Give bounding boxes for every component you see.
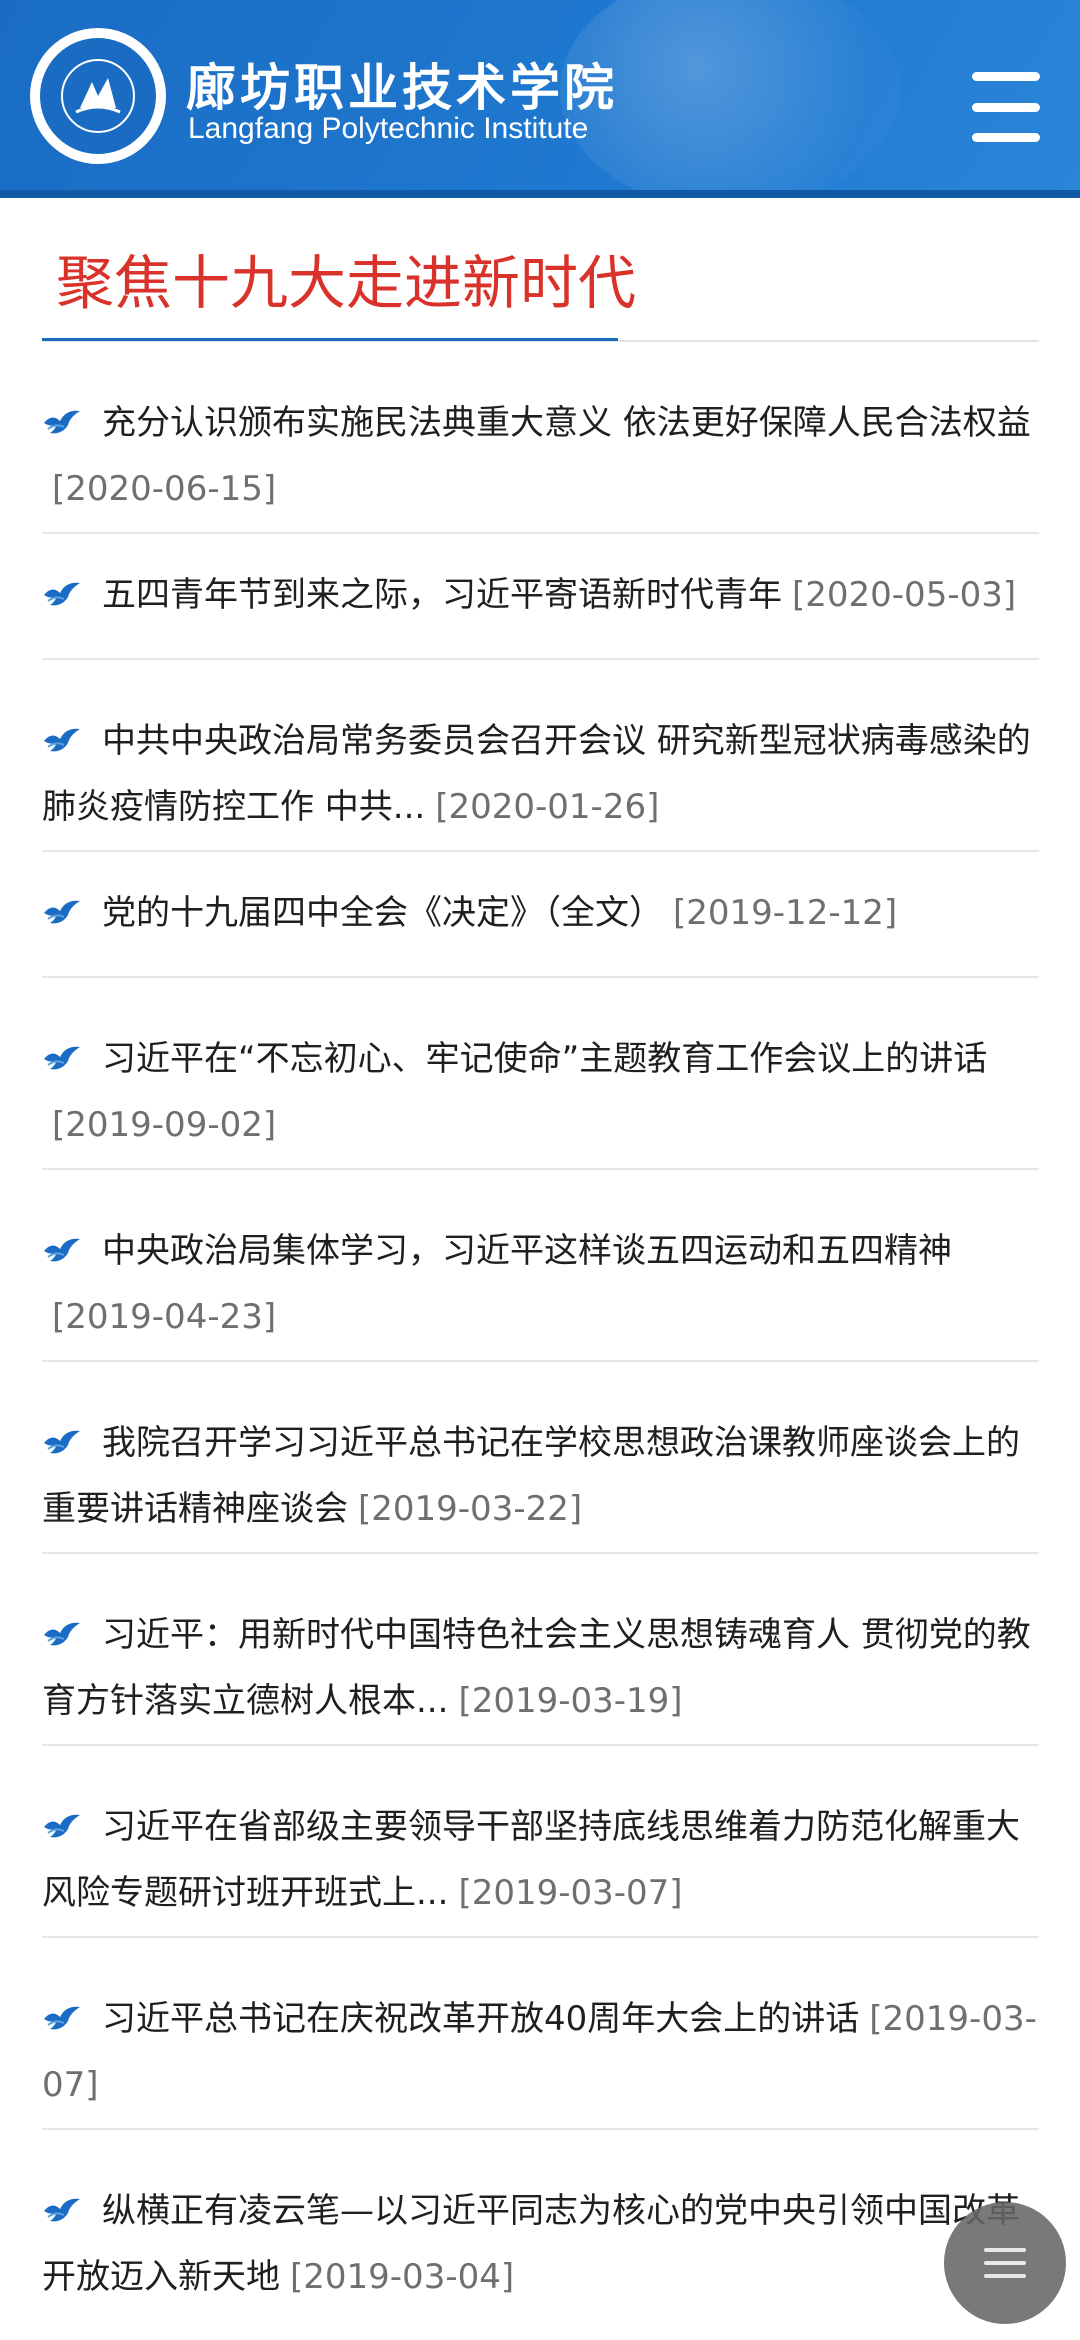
page: 廊坊职业技术学院 Langfang Polytechnic Institute … xyxy=(0,0,1080,2340)
news-date: [2019-04-23] xyxy=(52,1297,277,1337)
school-emblem-icon xyxy=(40,38,156,154)
news-item[interactable]: 习近平在“不忘初心、牢记使命”主题教育工作会议上的讲话 [2019-09-02] xyxy=(42,978,1039,1170)
news-item[interactable]: 充分认识颁布实施民法典重大意义 依法更好保障人民合法权益 [2020-06-15] xyxy=(42,342,1039,534)
float-menu-bar xyxy=(984,2261,1026,2265)
news-date: [2019-03-07] xyxy=(458,1873,683,1913)
news-title[interactable]: 习近平总书记在庆祝改革开放40周年大会上的讲话 xyxy=(102,1999,859,2039)
news-item[interactable]: 五四青年节到来之际，习近平寄语新时代青年 [2020-05-03] xyxy=(42,534,1039,660)
news-title[interactable]: 纵横正有凌云笔—以习近平同志为核心的党中央引领中国改革开放迈入新天地 xyxy=(42,2191,1020,2297)
float-menu-bar xyxy=(984,2248,1026,2252)
bird-icon xyxy=(44,2006,80,2030)
bird-icon xyxy=(44,1622,80,1646)
school-logo[interactable] xyxy=(30,28,166,164)
bird-icon xyxy=(44,1046,80,1070)
news-list: 充分认识颁布实施民法典重大意义 依法更好保障人民合法权益 [2020-06-15]… xyxy=(42,342,1039,2322)
bird-icon xyxy=(44,2198,80,2222)
news-item[interactable]: 纵横正有凌云笔—以习近平同志为核心的党中央引领中国改革开放迈入新天地 [2019-… xyxy=(42,2130,1039,2322)
news-date: [2019-03-22] xyxy=(358,1489,583,1529)
bird-icon xyxy=(44,728,80,752)
float-menu-bar xyxy=(984,2274,1026,2278)
school-name-en: Langfang Polytechnic Institute xyxy=(188,112,589,145)
section-title: 聚焦十九大走进新时代 xyxy=(56,249,637,317)
site-header: 廊坊职业技术学院 Langfang Polytechnic Institute xyxy=(0,0,1080,198)
header-bottom-band xyxy=(0,190,1080,198)
news-date: [2020-01-26] xyxy=(435,787,660,827)
news-date: [2019-03-04] xyxy=(290,2257,515,2297)
bird-icon xyxy=(44,1430,80,1454)
news-date: [2019-12-12] xyxy=(673,893,898,933)
news-title[interactable]: 充分认识颁布实施民法典重大意义 依法更好保障人民合法权益 xyxy=(102,403,1031,443)
school-name-cn: 廊坊职业技术学院 xyxy=(186,58,618,117)
news-date: [2019-09-02] xyxy=(52,1105,277,1145)
bird-icon xyxy=(44,1238,80,1262)
news-title[interactable]: 中央政治局集体学习，习近平这样谈五四运动和五四精神 xyxy=(102,1231,952,1271)
news-item[interactable]: 习近平总书记在庆祝改革开放40周年大会上的讲话 [2019-03-07] xyxy=(42,1938,1039,2130)
section-title-underline xyxy=(42,338,618,341)
news-title[interactable]: 五四青年节到来之际，习近平寄语新时代青年 xyxy=(102,575,782,615)
news-item[interactable]: 党的十九届四中全会《决定》（全文） [2019-12-12] xyxy=(42,852,1039,978)
menu-bar xyxy=(972,102,1040,112)
news-item[interactable]: 中共中央政治局常务委员会召开会议 研究新型冠状病毒感染的肺炎疫情防控工作 中共.… xyxy=(42,660,1039,852)
bird-icon xyxy=(44,1814,80,1838)
menu-bar xyxy=(972,133,1040,142)
news-item[interactable]: 中央政治局集体学习，习近平这样谈五四运动和五四精神 [2019-04-23] xyxy=(42,1170,1039,1362)
news-date: [2019-03-19] xyxy=(458,1681,683,1721)
bird-icon xyxy=(44,900,80,924)
floating-menu-icon[interactable] xyxy=(944,2202,1066,2324)
bird-icon xyxy=(44,410,80,434)
news-item[interactable]: 习近平在省部级主要领导干部坚持底线思维着力防范化解重大风险专题研讨班开班式上..… xyxy=(42,1746,1039,1938)
bird-icon xyxy=(44,582,80,606)
news-item[interactable]: 习近平：用新时代中国特色社会主义思想铸魂育人 贯彻党的教育方针落实立德树人根本.… xyxy=(42,1554,1039,1746)
news-title[interactable]: 党的十九届四中全会《决定》（全文） xyxy=(102,893,663,933)
news-date: [2020-05-03] xyxy=(792,575,1017,615)
hamburger-menu-icon[interactable] xyxy=(972,72,1054,142)
menu-bar xyxy=(972,72,1040,81)
news-item[interactable]: 我院召开学习习近平总书记在学校思想政治课教师座谈会上的重要讲话精神座谈会 [201… xyxy=(42,1362,1039,1554)
news-date: [2020-06-15] xyxy=(52,469,277,509)
news-title[interactable]: 习近平在“不忘初心、牢记使命”主题教育工作会议上的讲话 xyxy=(102,1039,987,1079)
